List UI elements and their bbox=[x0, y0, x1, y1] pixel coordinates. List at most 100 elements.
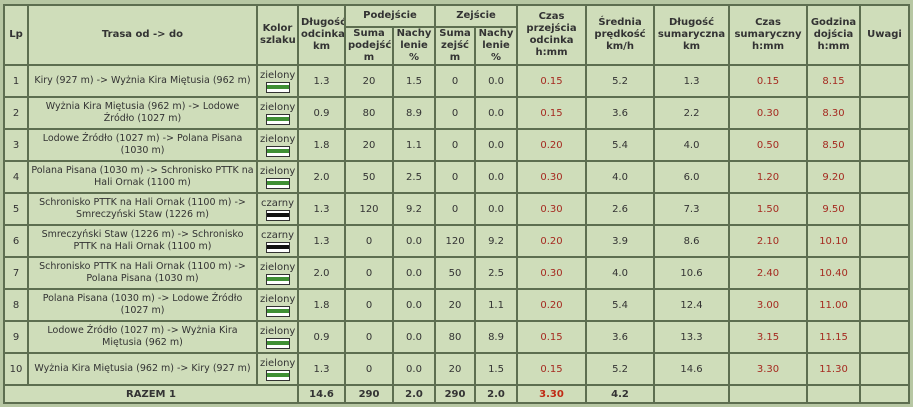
row-suma-podejsc: 20 bbox=[346, 130, 392, 160]
trail-color-label: czarny bbox=[260, 197, 295, 209]
trail-color-label: zielony bbox=[260, 133, 296, 145]
row-nachylenie-zejscie: 0.0 bbox=[476, 130, 517, 160]
row-trasa: Kiry (927 m) -> Wyżnia Kira Miętusia (96… bbox=[29, 66, 256, 96]
row-suma-podejsc: 50 bbox=[346, 162, 392, 192]
row-dlugosc: 1.3 bbox=[299, 226, 344, 256]
summary-dlugosc: 14.6 bbox=[299, 386, 344, 402]
row-czas-sumaryczny: 3.00 bbox=[730, 290, 807, 320]
row-dlugosc: 2.0 bbox=[299, 162, 344, 192]
row-dlugosc-sumaryczna: 10.6 bbox=[655, 258, 729, 288]
row-czas-przejscia: 0.15 bbox=[518, 322, 586, 352]
row-czas-sumaryczny: 2.40 bbox=[730, 258, 807, 288]
row-trasa: Polana Pisana (1030 m) -> Lodowe Źródło … bbox=[29, 290, 256, 320]
row-suma-podejsc: 0 bbox=[346, 322, 392, 352]
summary-empty-1 bbox=[655, 386, 729, 402]
row-lp: 1 bbox=[5, 66, 27, 96]
row-srednia-predkosc: 2.6 bbox=[587, 194, 654, 224]
table-row: 4 Polana Pisana (1030 m) -> Schronisko PT… bbox=[5, 162, 909, 192]
row-czas-sumaryczny: 3.30 bbox=[730, 354, 807, 384]
trail-color-label: zielony bbox=[260, 165, 296, 177]
row-trasa: Wyżnia Kira Miętusia (962 m) -> Lodowe Ź… bbox=[29, 98, 256, 128]
header-dlugosc-sumaryczna: Długość sumaryczna km bbox=[655, 6, 729, 64]
row-czas-sumaryczny: 0.50 bbox=[730, 130, 807, 160]
row-nachylenie-zejscie: 1.5 bbox=[476, 354, 517, 384]
row-suma-podejsc: 0 bbox=[346, 354, 392, 384]
row-lp: 3 bbox=[5, 130, 27, 160]
row-godzina-dojscia: 8.30 bbox=[808, 98, 860, 128]
row-nachylenie-zejscie: 0.0 bbox=[476, 194, 517, 224]
row-czas-sumaryczny: 2.10 bbox=[730, 226, 807, 256]
trail-color-swatch-icon bbox=[265, 273, 290, 285]
row-kolor: zielony bbox=[258, 322, 297, 352]
summary-czas: 3.30 bbox=[518, 386, 586, 402]
row-dlugosc-sumaryczna: 6.0 bbox=[655, 162, 729, 192]
row-czas-sumaryczny: 0.30 bbox=[730, 98, 807, 128]
row-dlugosc-sumaryczna: 1.3 bbox=[655, 66, 729, 96]
row-suma-zejsc: 120 bbox=[436, 226, 475, 256]
row-nachylenie-zejscie: 1.1 bbox=[476, 290, 517, 320]
row-nachylenie-zejscie: 0.0 bbox=[476, 66, 517, 96]
trail-color-swatch-icon bbox=[265, 177, 290, 189]
row-dlugosc-sumaryczna: 4.0 bbox=[655, 130, 729, 160]
trail-color-swatch-icon bbox=[265, 241, 290, 253]
header-dlugosc: Długość odcinka km bbox=[299, 6, 344, 64]
row-srednia-predkosc: 5.4 bbox=[587, 290, 654, 320]
trail-color-label: zielony bbox=[260, 357, 296, 369]
row-nachylenie-podejscie: 0.0 bbox=[394, 354, 435, 384]
row-dlugosc-sumaryczna: 7.3 bbox=[655, 194, 729, 224]
row-suma-zejsc: 20 bbox=[436, 290, 475, 320]
row-czas-sumaryczny: 3.15 bbox=[730, 322, 807, 352]
row-kolor: zielony bbox=[258, 98, 297, 128]
row-nachylenie-podejscie: 9.2 bbox=[394, 194, 435, 224]
row-dlugosc: 0.9 bbox=[299, 98, 344, 128]
row-suma-podejsc: 0 bbox=[346, 226, 392, 256]
row-dlugosc: 1.8 bbox=[299, 290, 344, 320]
header-lp: Lp bbox=[5, 6, 27, 64]
row-srednia-predkosc: 3.6 bbox=[587, 98, 654, 128]
row-godzina-dojscia: 9.50 bbox=[808, 194, 860, 224]
row-nachylenie-podejscie: 1.5 bbox=[394, 66, 435, 96]
row-trasa: Schronisko PTTK na Hali Ornak (1100 m) -… bbox=[29, 258, 256, 288]
row-godzina-dojscia: 9.20 bbox=[808, 162, 860, 192]
row-dlugosc-sumaryczna: 2.2 bbox=[655, 98, 729, 128]
row-suma-podejsc: 80 bbox=[346, 98, 392, 128]
table-row: 3 Lodowe Źródło (1027 m) -> Polana Pisana… bbox=[5, 130, 909, 160]
header-czas-przejscia: Czas przejścia odcinka h:mm bbox=[518, 6, 586, 64]
header-kolor: Kolor szlaku bbox=[258, 6, 297, 64]
row-nachylenie-podejscie: 0.0 bbox=[394, 258, 435, 288]
row-czas-sumaryczny: 1.20 bbox=[730, 162, 807, 192]
row-kolor: zielony bbox=[258, 354, 297, 384]
row-godzina-dojscia: 10.10 bbox=[808, 226, 860, 256]
trail-color-label: zielony bbox=[260, 101, 296, 113]
row-suma-zejsc: 0 bbox=[436, 66, 475, 96]
row-kolor: czarny bbox=[258, 226, 297, 256]
row-suma-podejsc: 20 bbox=[346, 66, 392, 96]
row-lp: 7 bbox=[5, 258, 27, 288]
row-srednia-predkosc: 5.2 bbox=[587, 66, 654, 96]
row-nachylenie-zejscie: 8.9 bbox=[476, 322, 517, 352]
table-row: 2 Wyżnia Kira Miętusia (962 m) -> Lodowe … bbox=[5, 98, 909, 128]
row-lp: 8 bbox=[5, 290, 27, 320]
row-godzina-dojscia: 8.15 bbox=[808, 66, 860, 96]
header-podejscie: Podejście bbox=[346, 6, 435, 26]
trail-color-label: zielony bbox=[260, 293, 296, 305]
row-kolor: zielony bbox=[258, 290, 297, 320]
row-lp: 4 bbox=[5, 162, 27, 192]
row-czas-przejscia: 0.30 bbox=[518, 162, 586, 192]
summary-nachylenie-zejscie: 2.0 bbox=[476, 386, 517, 402]
row-uwagi bbox=[861, 290, 909, 320]
table-row: 9 Lodowe Źródło (1027 m) -> Wyżnia Kira M… bbox=[5, 322, 909, 352]
header-zejscie: Zejście bbox=[436, 6, 517, 26]
row-nachylenie-zejscie: 2.5 bbox=[476, 258, 517, 288]
row-suma-zejsc: 20 bbox=[436, 354, 475, 384]
row-suma-podejsc: 0 bbox=[346, 290, 392, 320]
row-trasa: Polana Pisana (1030 m) -> Schronisko PTT… bbox=[29, 162, 256, 192]
header-nachylenie-podejscie: Nachy lenie % bbox=[394, 28, 435, 64]
row-suma-podejsc: 120 bbox=[346, 194, 392, 224]
row-dlugosc-sumaryczna: 14.6 bbox=[655, 354, 729, 384]
row-uwagi bbox=[861, 130, 909, 160]
row-czas-przejscia: 0.20 bbox=[518, 130, 586, 160]
row-nachylenie-zejscie: 9.2 bbox=[476, 226, 517, 256]
table-row: 7 Schronisko PTTK na Hali Ornak (1100 m) … bbox=[5, 258, 909, 288]
row-lp: 10 bbox=[5, 354, 27, 384]
